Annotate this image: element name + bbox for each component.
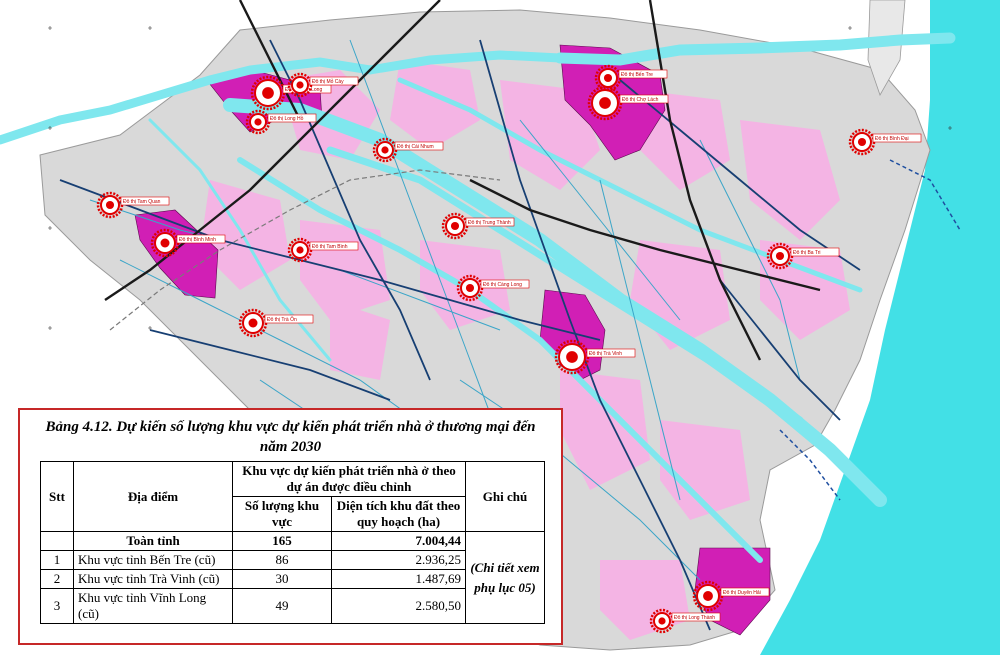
header-location: Địa điểm [73, 461, 233, 532]
row-location: Khu vực tỉnh Trà Vinh (cũ) [73, 569, 233, 589]
header-group: Khu vực dự kiến phát triển nhà ở theo dự… [232, 461, 466, 497]
note-cell: (Chi tiết xem phụ lục 05) [465, 531, 545, 624]
town-label: Đô thị Trung Thành [468, 220, 511, 226]
header-row: Stt Địa điểm Khu vực dự kiến phát triển … [40, 461, 545, 532]
town-label: Đô thị Ba Tri [793, 250, 821, 256]
header-stt: Stt [40, 461, 74, 532]
town-label: Đô thị Chợ Lách [622, 97, 659, 103]
town-label: Đô thị Càng Long [483, 282, 522, 288]
town-label: Đô thị Long Thành [674, 615, 715, 621]
row-area: 2.936,25 [331, 550, 466, 570]
town-label: Đô thị Duyên Hải [723, 590, 761, 596]
town-label: Đô thị Tam Quan [123, 199, 161, 205]
row-stt: 3 [40, 588, 74, 624]
row-count: 86 [232, 550, 332, 570]
town-label: Đô thị Trà Ôn [267, 316, 297, 323]
town-label: Đô thị Mỏ Cày [312, 78, 344, 85]
row-area: 2.580,50 [331, 588, 466, 624]
total-count: 165 [232, 531, 332, 551]
total-row: Toàn tỉnh 165 7.004,44 (Chi tiết xem phụ… [40, 531, 545, 624]
row-count: 49 [232, 588, 332, 624]
table-caption: Bảng 4.12. Dự kiến số lượng khu vực dự k… [45, 419, 536, 455]
row-location: Khu vực tỉnh Bến Tre (cũ) [73, 550, 233, 570]
housing-table: Stt Địa điểm Khu vực dự kiến phát triển … [40, 461, 545, 624]
header-area: Diện tích khu đất theo quy hoạch (ha) [331, 496, 466, 532]
total-label: Toàn tỉnh [73, 531, 233, 551]
total-stt [40, 531, 74, 551]
town-label: Đô thị Bến Tre [621, 72, 653, 78]
header-note: Ghi chú [465, 461, 545, 532]
total-area: 7.004,44 [331, 531, 466, 551]
town-label: Đô thị Trà Vinh [589, 351, 622, 357]
row-stt: 1 [40, 550, 74, 570]
town-label: Đô thị Long Hồ [270, 116, 304, 122]
row-location: Khu vực tỉnh Vĩnh Long (cũ) [73, 588, 233, 624]
row-stt: 2 [40, 569, 74, 589]
town-label: Đô thị Bình Minh [179, 237, 216, 243]
town-label: Đô thị Cái Nhum [397, 144, 434, 150]
header-count: Số lượng khu vực [232, 496, 332, 532]
row-area: 1.487,69 [331, 569, 466, 589]
town-label: Đô thị Bình Đại [875, 136, 909, 142]
row-count: 30 [232, 569, 332, 589]
town-label: Đô thị Tam Bình [312, 244, 348, 250]
table-panel: Bảng 4.12. Dự kiến số lượng khu vực dự k… [18, 408, 563, 645]
